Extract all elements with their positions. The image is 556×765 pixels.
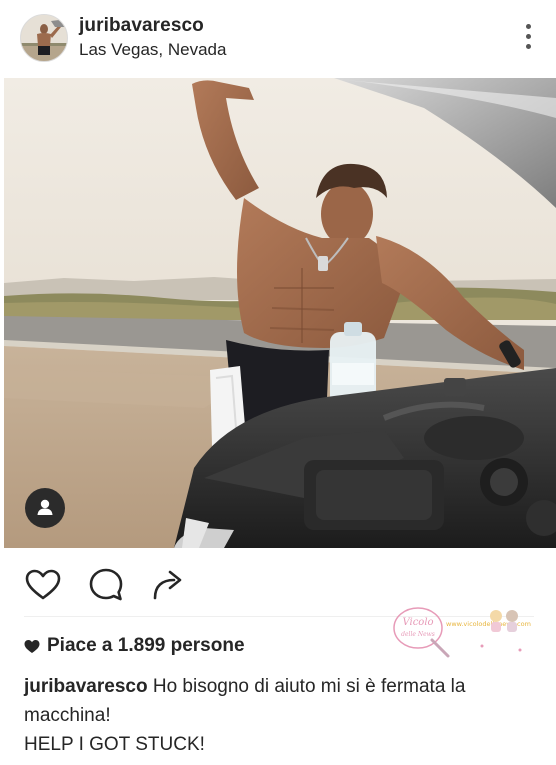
username[interactable]: juribavaresco (79, 15, 204, 37)
share-arrow-icon[interactable] (150, 566, 188, 604)
profile-photo (21, 15, 67, 61)
likes-text: Piace a 1.899 persone (47, 635, 245, 656)
watermark-logo-subtext: delle News (401, 631, 435, 638)
caption-text-line3: HELP I GOT STUCK! (24, 734, 205, 755)
heart-outline-icon[interactable] (24, 566, 62, 604)
watermark-logo: Vicolo delle News www.vicolodellenews.co… (386, 604, 536, 662)
heart-filled-icon (24, 639, 40, 654)
watermark-logo-text: Vicolo (402, 617, 433, 628)
post-header: juribavaresco Las Vegas, Nevada (0, 0, 556, 78)
likes-count[interactable]: Piace a 1.899 persone (24, 635, 245, 657)
caption-username[interactable]: juribavaresco (24, 676, 148, 697)
watermark-side-text: www.vicolodellenews.com (446, 620, 531, 628)
comment-bubble-icon[interactable] (87, 566, 125, 604)
post-photo[interactable] (4, 78, 556, 548)
caption: juribavaresco Ho bisogno di aiuto mi si … (24, 672, 539, 759)
caption-text-line2: macchina! (24, 705, 111, 726)
avatar[interactable] (20, 14, 68, 62)
photo-illustration (4, 78, 556, 548)
caption-text-line1: Ho bisogno di aiuto mi si è fermata la (147, 676, 466, 697)
location[interactable]: Las Vegas, Nevada (79, 40, 226, 60)
user-tag-icon[interactable] (25, 488, 65, 528)
more-vertical-icon[interactable] (524, 24, 532, 52)
